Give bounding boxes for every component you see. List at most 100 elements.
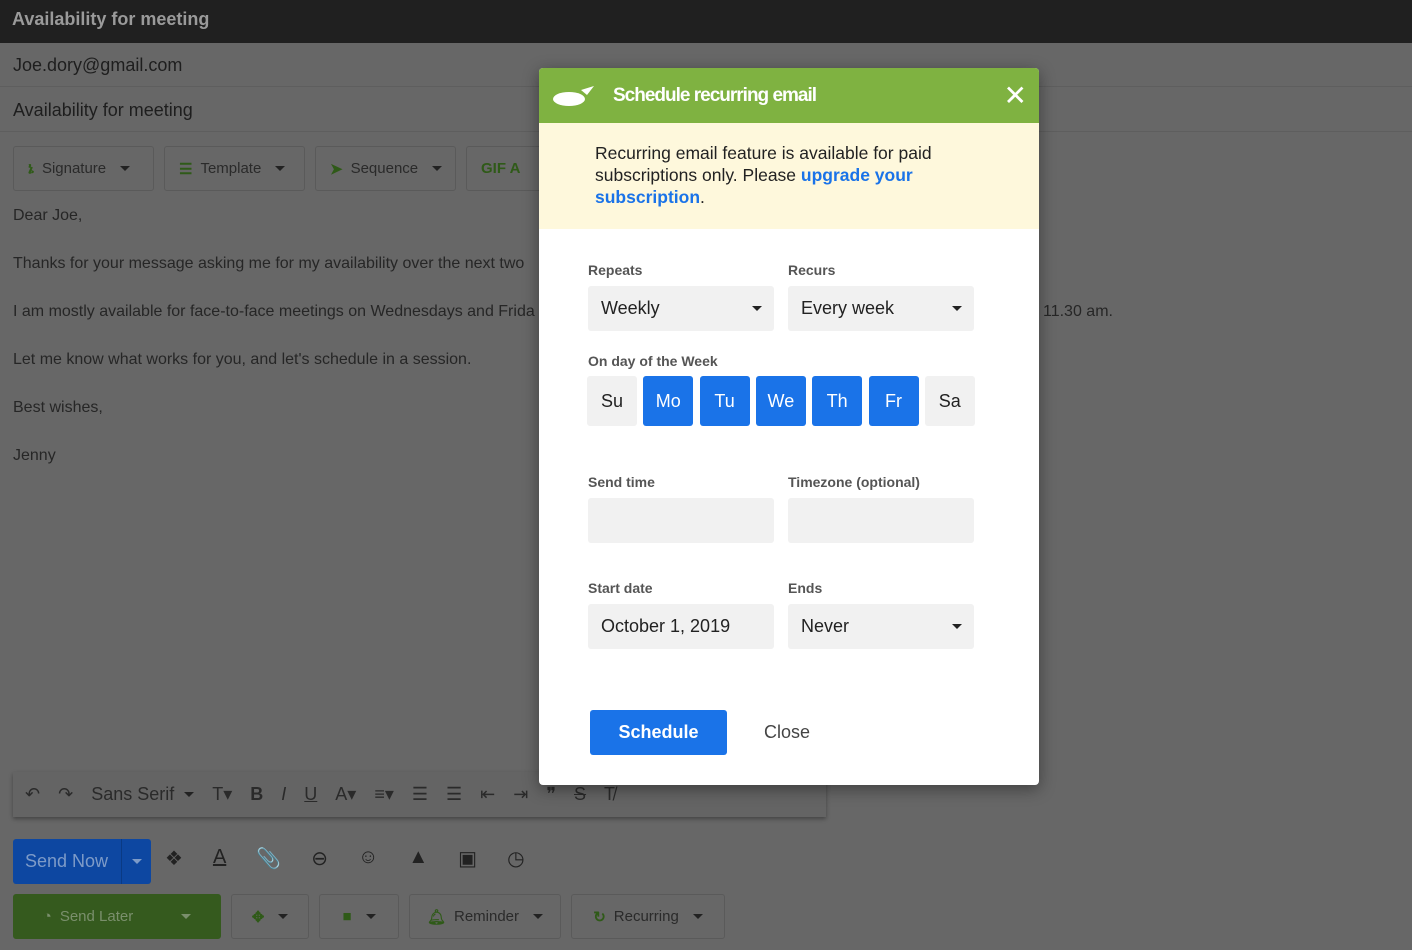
start-date-label: Start date bbox=[588, 580, 653, 596]
notes-button[interactable]: ■ bbox=[319, 894, 399, 939]
chevron-down-icon bbox=[275, 166, 286, 171]
timezone-input[interactable] bbox=[788, 498, 974, 543]
align-icon[interactable]: ≡▾ bbox=[374, 784, 394, 805]
day-toggle-su[interactable]: Su bbox=[587, 376, 637, 426]
formatting-icon[interactable]: A bbox=[213, 846, 226, 871]
bell-icon: 🔔︎ bbox=[426, 908, 446, 926]
send-now-label: Send Now bbox=[25, 851, 109, 871]
clear-format-icon[interactable]: T̸ bbox=[604, 784, 615, 805]
gif-label: GIF A bbox=[481, 160, 521, 177]
italic-icon[interactable]: I bbox=[281, 784, 286, 805]
undo-icon[interactable]: ↶ bbox=[25, 784, 40, 805]
underline-icon[interactable]: U bbox=[304, 784, 317, 805]
body-line: Dear Joe, bbox=[13, 207, 83, 224]
quote-icon[interactable]: ❞ bbox=[546, 784, 556, 805]
clock-icon: ◔ bbox=[42, 908, 52, 925]
chevron-down-icon bbox=[952, 624, 962, 629]
bullet-list-icon[interactable]: ☰ bbox=[446, 784, 462, 805]
repeats-label: Repeats bbox=[588, 262, 643, 278]
schedule-button[interactable]: Schedule bbox=[590, 710, 727, 755]
send-now-button[interactable]: Send Now bbox=[13, 839, 151, 884]
send-options-dropdown[interactable] bbox=[121, 839, 151, 884]
recurs-select[interactable]: Every week bbox=[788, 286, 974, 331]
attach-icon[interactable]: 📎 bbox=[256, 846, 281, 871]
notice-end: . bbox=[700, 187, 705, 207]
emoji-icon[interactable]: ☺ bbox=[358, 846, 378, 871]
ends-value: Never bbox=[801, 616, 850, 636]
chevron-down-icon bbox=[278, 914, 289, 919]
signature-icon: ኔ bbox=[28, 160, 34, 177]
numbered-list-icon[interactable]: ☰ bbox=[412, 784, 428, 805]
sequence-button[interactable]: ➤ Sequence bbox=[315, 146, 456, 191]
refresh-icon: ↻ bbox=[593, 908, 606, 926]
close-button[interactable]: Close bbox=[764, 722, 810, 743]
extensions-button[interactable]: ✥ bbox=[231, 894, 309, 939]
body-line: Let me know what works for you, and let'… bbox=[13, 351, 472, 368]
bold-icon[interactable]: B bbox=[250, 784, 263, 805]
drive-icon[interactable]: ▲ bbox=[408, 846, 428, 871]
body-line: 11.30 am. bbox=[1043, 303, 1113, 320]
chevron-down-icon bbox=[181, 914, 192, 919]
recurring-label: Recurring bbox=[613, 908, 679, 925]
recurring-button[interactable]: ↻ Recurring bbox=[571, 894, 725, 939]
dialog-header: Schedule recurring email ✕ bbox=[539, 68, 1039, 123]
font-size-icon[interactable]: T▾ bbox=[212, 784, 232, 805]
send-time-input[interactable] bbox=[588, 498, 774, 543]
template-label: Template bbox=[200, 160, 262, 177]
indent-less-icon[interactable]: ⇤ bbox=[480, 784, 495, 805]
start-date-input[interactable]: October 1, 2019 bbox=[588, 604, 774, 649]
chevron-down-icon bbox=[952, 306, 962, 311]
day-toggle-we[interactable]: We bbox=[755, 376, 806, 426]
recurs-label: Recurs bbox=[788, 262, 836, 278]
ends-select[interactable]: Never bbox=[788, 604, 974, 649]
chevron-down-icon bbox=[432, 166, 443, 171]
repeats-select[interactable]: Weekly bbox=[588, 286, 774, 331]
days-label: On day of the Week bbox=[588, 353, 718, 369]
ends-label: Ends bbox=[788, 580, 823, 596]
puzzle-icon: ✥ bbox=[251, 908, 265, 926]
chevron-down-icon bbox=[752, 306, 762, 311]
recurring-email-dialog: Schedule recurring email ✕ Recurring ema… bbox=[539, 68, 1039, 785]
redo-icon[interactable]: ↷ bbox=[58, 784, 73, 805]
send-time-label: Send time bbox=[588, 474, 655, 490]
confidential-icon[interactable]: ◷ bbox=[507, 846, 524, 871]
body-line: Thanks for your message asking me for my… bbox=[13, 255, 525, 272]
send-later-button[interactable]: ◔ Send Later bbox=[13, 894, 221, 939]
font-select[interactable]: Sans Serif bbox=[91, 784, 174, 805]
text-color-icon[interactable]: A▾ bbox=[335, 784, 356, 805]
upgrade-notice: Recurring email feature is available for… bbox=[539, 123, 1039, 229]
send-later-label: Send Later bbox=[59, 908, 134, 925]
sequence-label: Sequence bbox=[350, 160, 419, 177]
reminder-button[interactable]: 🔔︎ Reminder bbox=[409, 894, 561, 939]
close-icon[interactable]: ✕ bbox=[1004, 79, 1027, 112]
note-icon: ■ bbox=[342, 908, 352, 925]
chevron-down-icon bbox=[692, 914, 703, 919]
day-toggle-sa[interactable]: Sa bbox=[924, 376, 975, 426]
dialog-title: Schedule recurring email bbox=[613, 84, 817, 106]
link-icon[interactable]: ⊖ bbox=[311, 846, 328, 871]
indent-more-icon[interactable]: ⇥ bbox=[513, 784, 528, 805]
chevron-down-icon bbox=[120, 166, 131, 171]
template-icon: ☰ bbox=[179, 160, 193, 178]
gif-button[interactable]: GIF A bbox=[466, 146, 546, 191]
dropbox-icon[interactable]: ❖ bbox=[165, 846, 183, 871]
day-toggle-mo[interactable]: Mo bbox=[643, 376, 694, 426]
signature-button[interactable]: ኔ Signature bbox=[13, 146, 154, 191]
recurs-value: Every week bbox=[801, 298, 895, 318]
template-button[interactable]: ☰ Template bbox=[164, 146, 305, 191]
day-toggle-fr[interactable]: Fr bbox=[868, 376, 919, 426]
repeats-value: Weekly bbox=[601, 298, 660, 318]
day-toggle-th[interactable]: Th bbox=[812, 376, 863, 426]
body-line: I am mostly available for face-to-face m… bbox=[13, 303, 535, 320]
chevron-down-icon bbox=[184, 792, 195, 797]
photo-icon[interactable]: ▣ bbox=[458, 846, 477, 871]
chevron-down-icon bbox=[365, 914, 376, 919]
signature-label: Signature bbox=[41, 160, 107, 177]
day-toggle-tu[interactable]: Tu bbox=[699, 376, 750, 426]
strikethrough-icon[interactable]: S bbox=[574, 784, 586, 805]
window-title: Availability for meeting bbox=[0, 0, 1412, 43]
body-line: Best wishes, bbox=[13, 399, 103, 416]
send-icon: ➤ bbox=[330, 160, 343, 178]
chevron-down-icon bbox=[533, 914, 544, 919]
reminder-label: Reminder bbox=[454, 908, 520, 925]
